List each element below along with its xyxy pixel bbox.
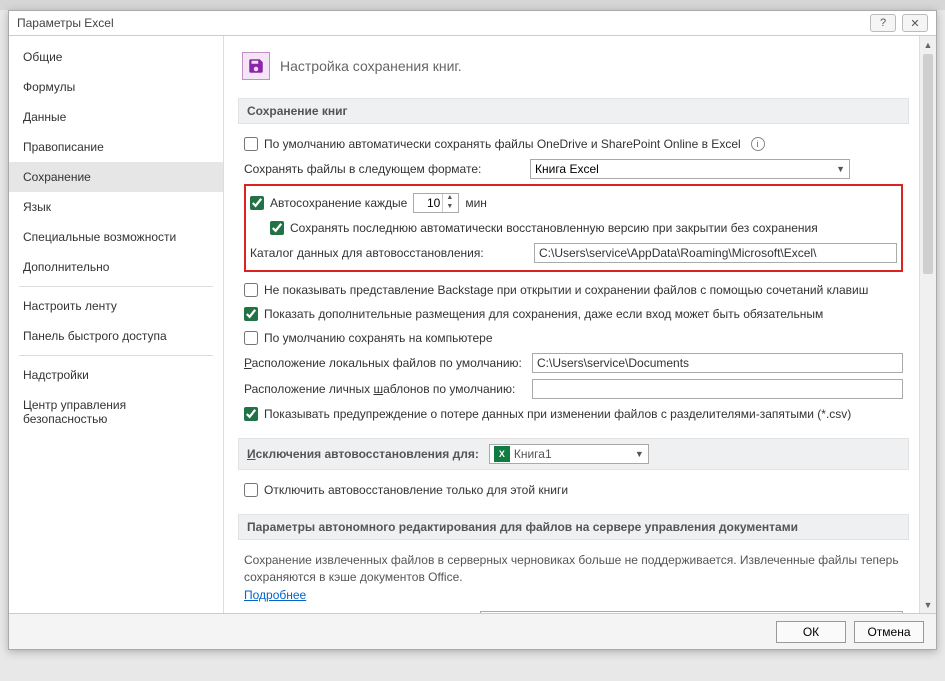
- note-offline: Сохранение извлеченных файлов в серверны…: [244, 548, 903, 588]
- checkbox-default-onedrive[interactable]: [244, 137, 258, 151]
- scroll-down-icon[interactable]: ▼: [920, 596, 936, 613]
- sidebar-item-accessibility[interactable]: Специальные возможности: [9, 222, 223, 252]
- help-button[interactable]: ?: [870, 14, 896, 32]
- label-show-additional: Показать дополнительные размещения для с…: [264, 307, 823, 321]
- sidebar-item-quick-access[interactable]: Панель быстрого доступа: [9, 321, 223, 351]
- dropdown-file-format[interactable]: Книга Excel ▼: [530, 159, 850, 179]
- input-autosave-minutes[interactable]: [414, 196, 442, 210]
- category-sidebar: Общие Формулы Данные Правописание Сохран…: [9, 36, 224, 613]
- link-learn-more[interactable]: Подробнее: [244, 588, 306, 602]
- section-offline-editing: Параметры автономного редактирования для…: [238, 514, 909, 540]
- close-button[interactable]: ✕: [902, 14, 928, 32]
- scroll-thumb[interactable]: [923, 54, 933, 274]
- section-save-books: Сохранение книг: [238, 98, 909, 124]
- spin-up-icon[interactable]: ▲: [443, 194, 456, 203]
- excel-icon: X: [494, 446, 510, 462]
- checkbox-no-backstage[interactable]: [244, 283, 258, 297]
- input-local-files[interactable]: [532, 353, 903, 373]
- options-dialog: Параметры Excel ? ✕ Общие Формулы Данные…: [8, 10, 937, 650]
- sidebar-item-customize-ribbon[interactable]: Настроить ленту: [9, 291, 223, 321]
- page-title: Настройка сохранения книг.: [280, 58, 462, 74]
- label-minutes: мин: [465, 196, 487, 210]
- sidebar-item-trust-center[interactable]: Центр управления безопасностью: [9, 390, 223, 434]
- content-pane: Настройка сохранения книг. Сохранение кн…: [224, 36, 919, 613]
- input-templates[interactable]: [532, 379, 903, 399]
- titlebar: Параметры Excel ? ✕: [9, 11, 936, 36]
- sidebar-item-language[interactable]: Язык: [9, 192, 223, 222]
- label-exceptions: Исключения автовосстановления для:: [247, 447, 479, 461]
- label-templates: Расположение личных шаблонов по умолчани…: [244, 382, 526, 396]
- label-save-computer: По умолчанию сохранять на компьютере: [264, 331, 493, 345]
- label-no-backstage: Не показывать представление Backstage пр…: [264, 283, 868, 297]
- label-autosave: Автосохранение каждые: [270, 196, 407, 210]
- dialog-footer: ОК Отмена: [9, 613, 936, 649]
- section-autorecover-exceptions: Исключения автовосстановления для: X Кни…: [238, 438, 909, 470]
- save-icon: [242, 52, 270, 80]
- sidebar-item-general[interactable]: Общие: [9, 42, 223, 72]
- sidebar-item-addins[interactable]: Надстройки: [9, 360, 223, 390]
- input-autorecover-dir[interactable]: [534, 243, 897, 263]
- label-local-files: Расположение локальных файлов по умолчан…: [244, 356, 526, 370]
- checkbox-keep-last[interactable]: [270, 221, 284, 235]
- info-icon[interactable]: i: [751, 137, 765, 151]
- checkbox-disable-autorecover[interactable]: [244, 483, 258, 497]
- page-header: Настройка сохранения книг.: [238, 46, 909, 94]
- label-disable-autorecover: Отключить автовосстановление только для …: [264, 483, 568, 497]
- dropdown-workbook[interactable]: X Книга1 ▼: [489, 444, 649, 464]
- autosave-highlight: Автосохранение каждые ▲▼ мин Сохранять п…: [244, 184, 903, 272]
- sidebar-item-proofing[interactable]: Правописание: [9, 132, 223, 162]
- sidebar-item-data[interactable]: Данные: [9, 102, 223, 132]
- vertical-scrollbar[interactable]: ▲ ▼: [919, 36, 936, 613]
- sidebar-item-formulas[interactable]: Формулы: [9, 72, 223, 102]
- spin-down-icon[interactable]: ▼: [443, 203, 456, 212]
- sidebar-item-advanced[interactable]: Дополнительно: [9, 252, 223, 282]
- scroll-up-icon[interactable]: ▲: [920, 36, 936, 53]
- label-autorecover-dir: Каталог данных для автовосстановления:: [250, 246, 528, 260]
- checkbox-csv-warning[interactable]: [244, 407, 258, 421]
- sidebar-item-save[interactable]: Сохранение: [9, 162, 223, 192]
- checkbox-show-additional[interactable]: [244, 307, 258, 321]
- label-keep-last: Сохранять последнюю автоматически восста…: [290, 221, 818, 235]
- label-default-onedrive: По умолчанию автоматически сохранять фай…: [264, 137, 741, 151]
- label-file-format: Сохранять файлы в следующем формате:: [244, 162, 524, 176]
- dialog-title: Параметры Excel: [17, 16, 114, 30]
- cancel-button[interactable]: Отмена: [854, 621, 924, 643]
- checkbox-autosave[interactable]: [250, 196, 264, 210]
- checkbox-save-computer[interactable]: [244, 331, 258, 345]
- label-csv-warning: Показывать предупреждение о потере данны…: [264, 407, 851, 421]
- chevron-down-icon: ▼: [836, 164, 845, 174]
- spinner-autosave-minutes[interactable]: ▲▼: [413, 193, 459, 213]
- chevron-down-icon: ▼: [635, 449, 644, 459]
- ok-button[interactable]: ОК: [776, 621, 846, 643]
